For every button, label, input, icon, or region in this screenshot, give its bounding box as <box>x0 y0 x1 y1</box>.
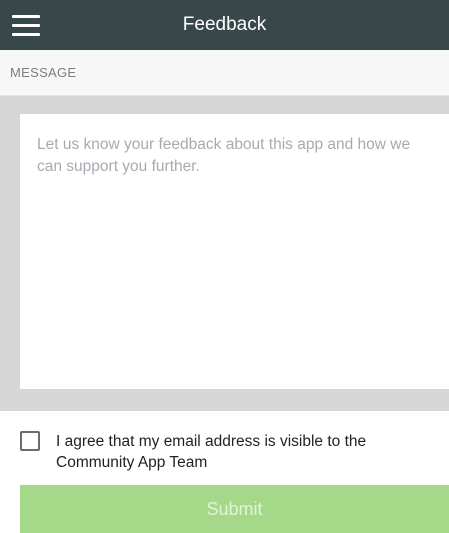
message-section-header: MESSAGE <box>0 50 449 96</box>
feedback-screen: Feedback MESSAGE I agree that my email a… <box>0 0 449 533</box>
feedback-message-input[interactable] <box>20 114 449 389</box>
message-area <box>0 96 449 411</box>
top-app-bar: Feedback <box>0 0 449 50</box>
email-visibility-agreement: I agree that my email address is visible… <box>0 411 449 485</box>
message-section-label: MESSAGE <box>10 65 77 80</box>
menu-bar-line <box>12 23 40 27</box>
agree-checkbox[interactable] <box>20 431 40 451</box>
menu-bar-line <box>12 32 40 36</box>
agree-checkbox-label[interactable]: I agree that my email address is visible… <box>56 431 436 473</box>
menu-bar-line <box>12 14 40 18</box>
hamburger-menu-icon[interactable] <box>12 11 52 39</box>
submit-button[interactable]: Submit <box>20 485 449 533</box>
page-title: Feedback <box>182 14 267 35</box>
